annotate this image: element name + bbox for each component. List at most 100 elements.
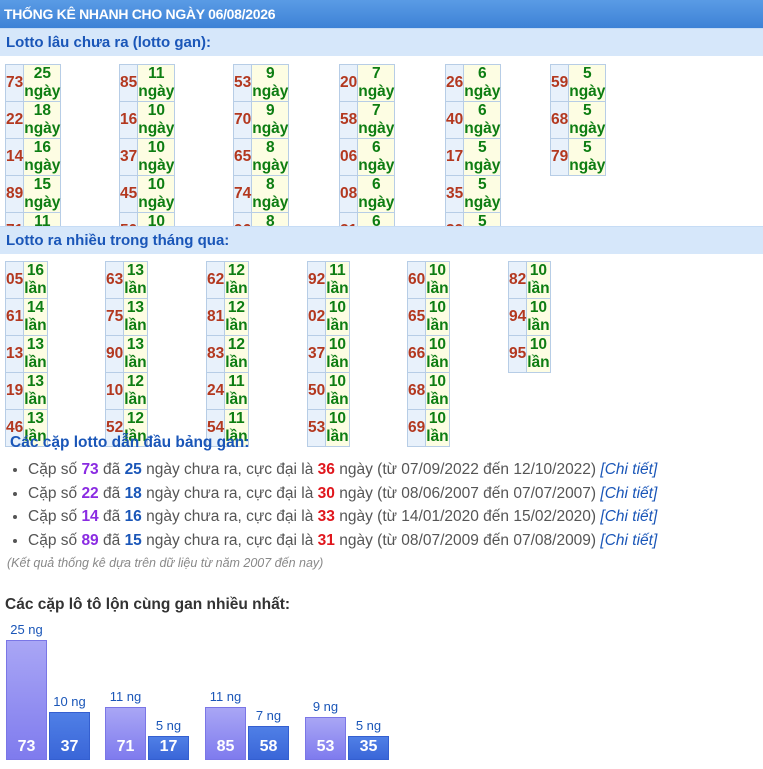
leader-prefix: Cặp số (28, 484, 78, 502)
gan-number[interactable]: 59 (549, 64, 570, 102)
frequent-count: 11 lần (325, 261, 350, 299)
leader-detail-link[interactable]: [Chi tiết] (600, 532, 657, 549)
gan-row: 68 5 ngày (549, 101, 607, 139)
leader-pair: 22 (81, 484, 99, 502)
leader-max: 36 (317, 461, 335, 478)
pair-bar-first-label: 25 ng (10, 622, 43, 637)
leader-da: đã (103, 461, 121, 478)
gan-number[interactable]: 37 (118, 138, 139, 176)
gan-row: 53 9 ngày (232, 64, 290, 102)
frequent-count: 10 lần (325, 372, 350, 410)
frequent-number[interactable]: 95 (507, 335, 528, 373)
pair-bar-first[interactable]: 85 (205, 707, 246, 760)
gan-number[interactable]: 53 (232, 64, 253, 102)
gan-number[interactable]: 65 (232, 138, 253, 176)
pair-bar-first[interactable]: 73 (6, 640, 47, 760)
gan-number[interactable]: 73 (4, 64, 25, 102)
frequent-number[interactable]: 19 (4, 372, 25, 410)
pair-bar-first[interactable]: 71 (105, 707, 146, 760)
gan-row: 08 6 ngày (338, 175, 396, 213)
frequent-number[interactable]: 65 (406, 298, 427, 336)
gan-number[interactable]: 85 (118, 64, 139, 102)
gan-number[interactable]: 16 (118, 101, 139, 139)
gan-number[interactable]: 26 (444, 64, 465, 102)
gan-section-title: Lotto lâu chưa ra (lotto gan): (0, 28, 763, 56)
gan-number[interactable]: 22 (4, 101, 25, 139)
frequent-number[interactable]: 37 (306, 335, 327, 373)
gan-number[interactable]: 58 (338, 101, 359, 139)
frequent-number[interactable]: 50 (306, 372, 327, 410)
frequent-count: 10 lần (425, 335, 450, 373)
gan-row: 37 10 ngày (118, 138, 176, 176)
gan-number[interactable]: 74 (232, 175, 253, 213)
pair-bar-first-label: 11 ng (109, 689, 142, 705)
gan-row: 79 5 ngày (549, 138, 607, 176)
gan-row: 89 15 ngày (4, 175, 62, 213)
gan-count: 7 ngày (357, 64, 396, 102)
gan-number[interactable]: 79 (549, 138, 570, 176)
frequent-number[interactable]: 92 (306, 261, 327, 299)
frequent-number[interactable]: 61 (4, 298, 25, 336)
gan-number[interactable]: 17 (444, 138, 465, 176)
gan-number[interactable]: 35 (444, 175, 465, 213)
leader-detail-link[interactable]: [Chi tiết] (600, 485, 657, 502)
frequent-column: 82 10 lần 94 10 lần 95 10 lần (507, 261, 551, 373)
frequent-row: 19 13 lần (4, 372, 48, 410)
pair-bar-second-number: 17 (159, 738, 178, 755)
pair-bar-second[interactable]: 37 (49, 712, 90, 760)
frequent-number[interactable]: 05 (4, 261, 25, 299)
frequent-row: 65 10 lần (406, 298, 450, 336)
frequent-row: 63 13 lần (104, 261, 148, 299)
pair-bar-second[interactable]: 58 (248, 726, 289, 760)
frequent-number[interactable]: 13 (4, 335, 25, 373)
pair-bar-second[interactable]: 35 (348, 736, 389, 760)
pair-bar-first[interactable]: 53 (305, 716, 346, 760)
gan-count: 7 ngày (357, 101, 396, 139)
frequent-row: 10 12 lần (104, 372, 148, 410)
frequent-number[interactable]: 90 (104, 335, 125, 373)
frequent-number[interactable]: 81 (205, 298, 226, 336)
frequent-column: 63 13 lần 75 13 lần 90 13 lần 10 12 lần 52 12 lần (104, 261, 148, 447)
gan-row: 74 8 ngày (232, 175, 290, 213)
frequent-number[interactable]: 02 (306, 298, 327, 336)
pair-bar-second-number: 58 (259, 737, 278, 755)
gan-count: 5 ngày (568, 138, 607, 176)
pair-bar-second[interactable]: 17 (148, 736, 189, 760)
gan-row: 73 25 ngày (4, 64, 62, 102)
frequent-column: 62 12 lần 81 12 lần 83 12 lần 24 11 lần 54 11 lần (205, 261, 249, 447)
gan-number[interactable]: 40 (444, 101, 465, 139)
leader-pair: 14 (81, 508, 99, 525)
gan-row: 22 18 ngày (4, 101, 62, 139)
frequent-number[interactable]: 62 (205, 261, 226, 299)
gan-number[interactable]: 70 (232, 101, 253, 139)
leader-detail-link[interactable]: [Chi tiết] (600, 461, 657, 478)
gan-number[interactable]: 20 (338, 64, 359, 102)
frequent-number[interactable]: 68 (406, 372, 427, 410)
leader-detail-link[interactable]: [Chi tiết] (600, 508, 657, 525)
frequent-number[interactable]: 66 (406, 335, 427, 373)
gan-number[interactable]: 14 (4, 138, 25, 176)
frequent-count: 14 lần (23, 298, 48, 336)
frequent-number[interactable]: 75 (104, 298, 125, 336)
gan-count: 8 ngày (251, 138, 290, 176)
gan-number[interactable]: 89 (4, 175, 25, 213)
gan-count: 15 ngày (23, 175, 62, 213)
gan-count: 6 ngày (357, 138, 396, 176)
frequent-number[interactable]: 24 (205, 372, 226, 410)
gan-number[interactable]: 45 (118, 175, 139, 213)
frequent-number[interactable]: 83 (205, 335, 226, 373)
gan-row: 65 8 ngày (232, 138, 290, 176)
frequent-number[interactable]: 10 (104, 372, 125, 410)
pairs-title: Các cặp lô tô lộn cùng gan nhiều nhất: (5, 596, 291, 613)
gan-count: 6 ngày (463, 64, 502, 102)
frequent-count: 11 lần (224, 372, 249, 410)
gan-number[interactable]: 68 (549, 101, 570, 139)
leader-pair: 89 (81, 531, 99, 549)
frequent-number[interactable]: 63 (104, 261, 125, 299)
frequent-number[interactable]: 60 (406, 261, 427, 299)
frequent-row: 50 10 lần (306, 372, 350, 410)
frequent-number[interactable]: 94 (507, 298, 528, 336)
frequent-number[interactable]: 82 (507, 261, 528, 299)
gan-number[interactable]: 08 (338, 175, 359, 213)
gan-number[interactable]: 06 (338, 138, 359, 176)
